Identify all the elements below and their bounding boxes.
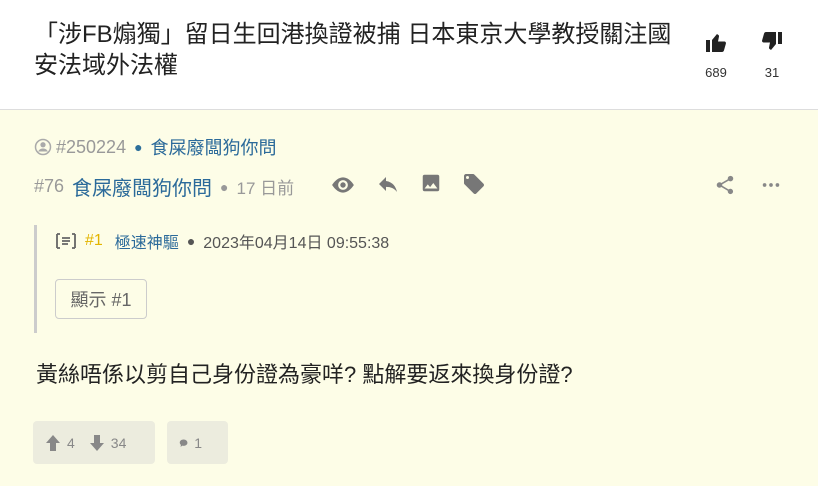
upvote-count: 4 xyxy=(67,434,75,451)
post-user-line: #250224 ● 食屎廢闆狗你問 xyxy=(34,134,277,160)
post-content: 黃絲唔係以剪自己身份證為豪咩? 點解要返來換身份證? xyxy=(36,362,573,387)
user-name-link[interactable]: 食屎廢闆狗你問 xyxy=(151,134,277,160)
separator-dot: ● xyxy=(134,139,143,155)
quote-author-link[interactable]: 極速神驅 xyxy=(115,229,179,253)
tag-icon[interactable] xyxy=(462,172,486,196)
quote-icon xyxy=(56,233,76,249)
reply-count: 1 xyxy=(194,434,202,451)
eye-icon[interactable] xyxy=(330,172,356,198)
arrow-up-icon[interactable] xyxy=(45,434,61,452)
post-menu-icons xyxy=(714,174,782,196)
separator-dot: ● xyxy=(220,178,229,195)
comment-icon xyxy=(179,439,188,447)
quoted-post: #1 極速神驅 ● 2023年04月14日 09:55:38 顯示 #1 xyxy=(34,225,417,333)
downvote-count: 34 xyxy=(110,434,127,451)
thumb-up-icon xyxy=(706,34,726,52)
quote-floor-number[interactable]: #1 xyxy=(85,232,103,250)
post-action-icons xyxy=(330,172,486,198)
post-author-link[interactable]: 食屎廢闆狗你問 xyxy=(72,172,212,201)
image-icon[interactable] xyxy=(420,172,442,194)
quote-timestamp: 2023年04月14日 09:55:38 xyxy=(203,235,390,252)
reply-count-button[interactable]: 1 xyxy=(167,421,228,464)
reply-icon[interactable] xyxy=(376,172,400,196)
arrow-down-icon[interactable] xyxy=(89,434,105,452)
thread-title: 「涉FB煽獨」留日生回港換證被捕 日本東京大學教授關注國安法域外法權 xyxy=(34,21,672,79)
more-icon[interactable] xyxy=(760,174,782,196)
thumb-down-icon xyxy=(762,32,782,50)
share-icon[interactable] xyxy=(714,174,736,196)
dislike-button[interactable]: 31 xyxy=(752,30,792,80)
post-vote-bar: 4 34 xyxy=(33,421,155,464)
like-count: 689 xyxy=(705,65,727,80)
thread-header: 「涉FB煽獨」留日生回港換證被捕 日本東京大學教授關注國安法域外法權 689 3… xyxy=(0,0,818,110)
post-time-ago: 17 日前 xyxy=(236,179,295,198)
quote-header: #1 極速神驅 ● 2023年04月14日 09:55:38 xyxy=(55,229,389,253)
post-meta-line: #76 食屎廢闆狗你問 ● 17 日前 xyxy=(34,172,294,201)
separator-dot: ● xyxy=(186,233,196,249)
show-quote-button[interactable]: 顯示 #1 xyxy=(55,279,147,319)
post-card: #250224 ● 食屎廢闆狗你問 #76 食屎廢闆狗你問 ● 17 日前 #1… xyxy=(0,110,818,486)
like-button[interactable]: 689 xyxy=(696,30,736,80)
dislike-count: 31 xyxy=(764,65,780,80)
user-id: #250224 xyxy=(56,136,127,157)
user-icon xyxy=(34,138,52,156)
post-floor-number[interactable]: #76 xyxy=(34,176,64,197)
